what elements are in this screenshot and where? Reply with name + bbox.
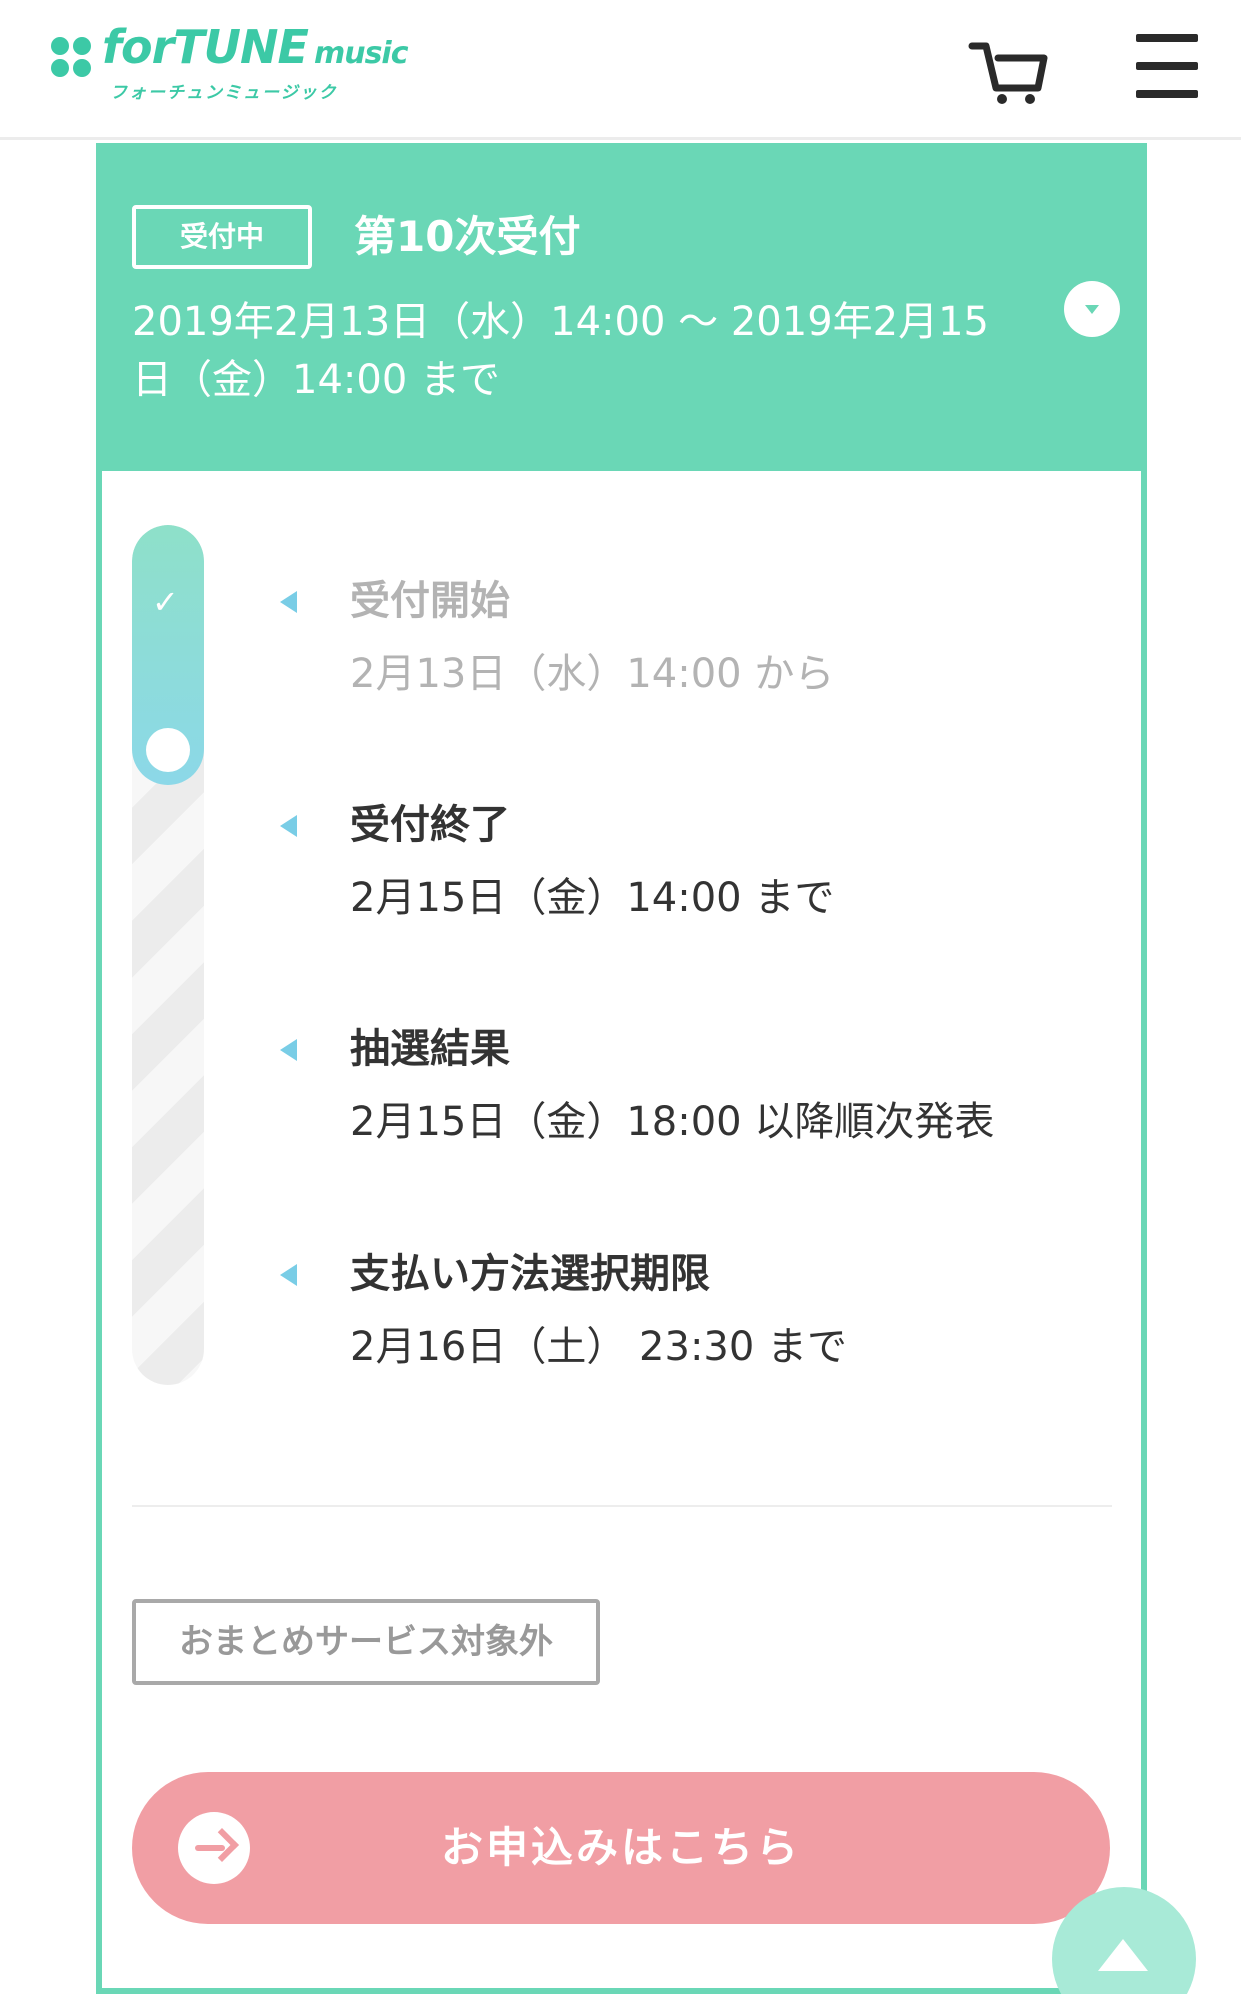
application-period: 2019年2月13日（水）14:00 〜 2019年2月15日（金）14:00 … [132,299,989,403]
application-card: 受付中 第10次受付 2019年2月13日（水）14:00 〜 2019年2月1… [96,143,1147,1994]
hamburger-menu-icon[interactable] [1136,34,1198,104]
logo-wordmark: forTUNE music [102,20,408,74]
timeline-marker-icon [280,815,297,837]
step-datetime: 2月15日（金）18:00 以降順次発表 [350,1099,995,1145]
apply-button[interactable]: お申込みはこちら [132,1772,1110,1924]
cart-icon[interactable] [968,36,1048,106]
timeline-marker-icon [280,591,297,613]
application-card-header[interactable]: 受付中 第10次受付 2019年2月13日（水）14:00 〜 2019年2月1… [96,143,1147,471]
status-badge: 受付中 [132,205,312,269]
step-datetime: 2月13日（水）14:00 から [350,651,835,697]
site-header: forTUNE music フォーチュンミュージック [0,0,1241,140]
apply-button-label: お申込みはこちら [440,1823,801,1872]
section-divider [132,1505,1112,1507]
timeline-marker-icon [280,1264,297,1286]
step-datetime: 2月15日（金）14:00 まで [350,875,835,921]
step-label: 受付終了 [350,802,510,848]
timeline-current-dot [146,728,190,772]
check-icon: ✓ [152,583,179,621]
chevron-down-icon[interactable] [1064,281,1120,337]
timeline-progress-track: ✓ [132,525,204,1385]
step-datetime: 2月16日（土） 23:30 まで [350,1324,848,1370]
bundle-service-tag: おまとめサービス対象外 [132,1599,600,1685]
logo-kana: フォーチュンミュージック [110,83,338,103]
round-title: 第10次受付 [354,212,581,261]
timeline-marker-icon [280,1039,297,1061]
step-label: 受付開始 [350,578,510,624]
clover-logo-icon [51,37,91,77]
step-label: 支払い方法選択期限 [350,1251,710,1297]
step-label: 抽選結果 [350,1026,510,1072]
site-logo[interactable]: forTUNE music フォーチュンミュージック [44,20,408,112]
